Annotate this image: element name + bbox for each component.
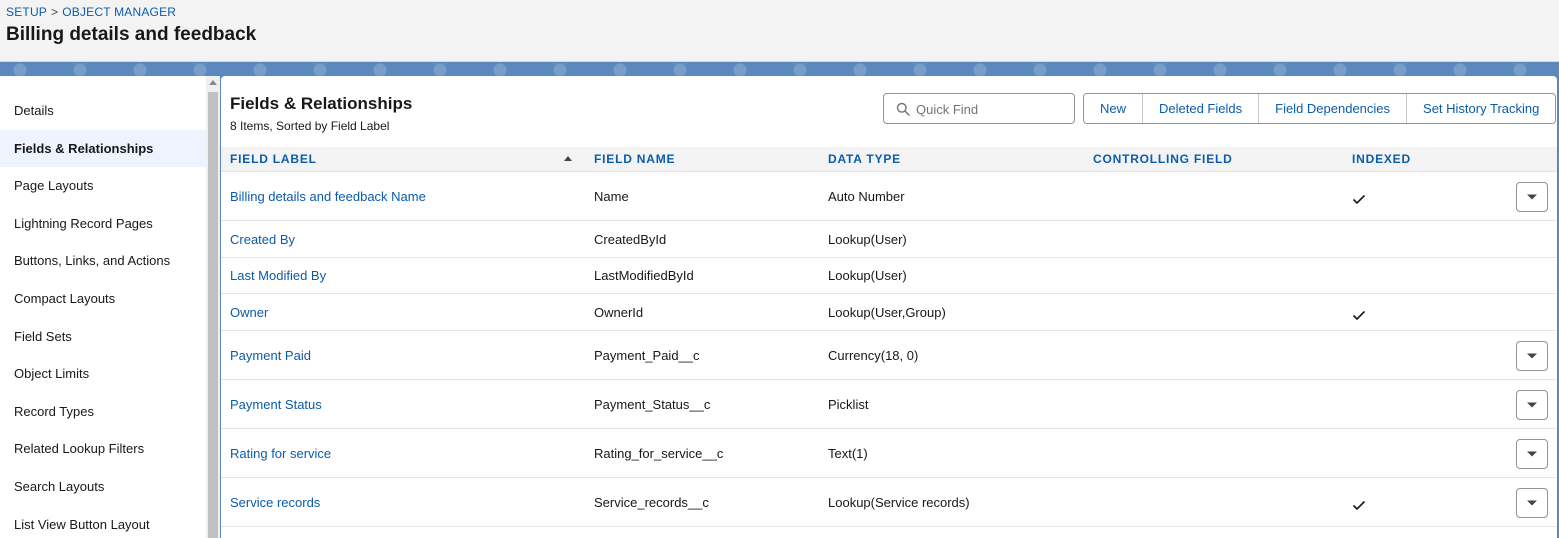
field-name-cell: CreatedById bbox=[594, 231, 667, 247]
sidebar-item-related-lookup-filters[interactable]: Related Lookup Filters bbox=[0, 430, 206, 468]
field-label-link[interactable]: Last Modified By bbox=[230, 258, 326, 293]
sidebar-item-fields-and-relationships[interactable]: Fields & Relationships bbox=[0, 129, 206, 168]
field-label-link[interactable]: Owner bbox=[230, 294, 268, 330]
sidebar-scrollbar[interactable] bbox=[206, 76, 220, 538]
scrollbar-thumb[interactable] bbox=[208, 92, 218, 538]
field-label-link[interactable]: Created By bbox=[230, 221, 295, 257]
quick-find-box[interactable] bbox=[883, 93, 1075, 124]
data-type-cell: Lookup(User) bbox=[828, 231, 907, 247]
table-row: Payment Status Payment_Status__c Picklist bbox=[221, 380, 1557, 429]
field-label-link[interactable]: Payment Paid bbox=[230, 331, 311, 379]
section-subtitle: 8 Items, Sorted by Field Label bbox=[230, 119, 390, 133]
row-actions-menu-button[interactable] bbox=[1516, 487, 1548, 518]
search-icon bbox=[896, 102, 910, 116]
row-actions-menu-button[interactable] bbox=[1516, 181, 1548, 212]
indexed-check-icon bbox=[1352, 310, 1366, 320]
sidebar-item-details[interactable]: Details bbox=[0, 92, 206, 130]
sidebar-item-search-layouts[interactable]: Search Layouts bbox=[0, 468, 206, 506]
row-actions-menu-button[interactable] bbox=[1516, 438, 1548, 469]
breadcrumb-separator: > bbox=[51, 5, 59, 19]
table-row: Payment Paid Payment_Paid__c Currency(18, … bbox=[221, 331, 1557, 380]
sidebar: Details Fields & Relationships Page Layout… bbox=[0, 76, 220, 538]
page-title: Billing details and feedback bbox=[6, 24, 257, 45]
decorative-band bbox=[0, 62, 1559, 76]
sidebar-item-compact-layouts[interactable]: Compact Layouts bbox=[0, 280, 206, 318]
field-name-cell: OwnerId bbox=[594, 304, 644, 320]
column-header-controlling-field[interactable]: CONTROLLING FIELD bbox=[1093, 147, 1233, 172]
quick-find-input[interactable] bbox=[916, 98, 1066, 120]
data-type-cell: Lookup(User,Group) bbox=[828, 304, 946, 320]
sidebar-item-list-view-button-layout[interactable]: List View Button Layout bbox=[0, 506, 206, 538]
field-name-cell: Payment_Paid__c bbox=[594, 347, 700, 363]
table-row: Last Modified By LastModifiedById Lookup(U… bbox=[221, 258, 1557, 294]
field-label-link[interactable]: Payment Status bbox=[230, 380, 322, 428]
data-type-cell: Text(1) bbox=[828, 445, 868, 461]
indexed-check-icon bbox=[1352, 194, 1366, 204]
scroll-up-arrow-icon[interactable] bbox=[209, 80, 217, 85]
data-type-cell: Picklist bbox=[828, 396, 869, 412]
field-name-cell: Payment_Status__c bbox=[594, 396, 711, 412]
field-name-cell: LastModifiedById bbox=[594, 268, 694, 283]
breadcrumb-setup-link[interactable]: SETUP bbox=[6, 5, 47, 19]
column-header-indexed[interactable]: INDEXED bbox=[1352, 147, 1411, 172]
column-header-field-name[interactable]: FIELD NAME bbox=[594, 147, 675, 172]
column-header-data-type[interactable]: DATA TYPE bbox=[828, 147, 901, 172]
table-row: Owner OwnerId Lookup(User,Group) bbox=[221, 294, 1557, 331]
sort-ascending-icon[interactable] bbox=[564, 156, 572, 161]
field-label-link[interactable]: Billing details and feedback Name bbox=[230, 172, 426, 220]
page-header: SETUP > OBJECT MANAGER Billing details and… bbox=[0, 0, 1559, 62]
field-name-cell: Service_records__c bbox=[594, 494, 709, 510]
chevron-down-icon bbox=[1527, 451, 1537, 456]
sidebar-item-object-limits[interactable]: Object Limits bbox=[0, 355, 206, 393]
chevron-down-icon bbox=[1527, 500, 1537, 505]
data-type-cell: Lookup(User) bbox=[828, 268, 907, 283]
chevron-down-icon bbox=[1527, 353, 1537, 358]
column-header-field-label[interactable]: FIELD LABEL bbox=[230, 147, 317, 172]
field-name-cell: Rating_for_service__c bbox=[594, 445, 724, 461]
row-actions-menu-button[interactable] bbox=[1516, 389, 1548, 420]
field-label-link[interactable]: Service records bbox=[230, 478, 320, 526]
set-history-tracking-button[interactable]: Set History Tracking bbox=[1407, 94, 1556, 123]
table-header: FIELD LABEL FIELD NAME DATA TYPE CONTROL… bbox=[221, 147, 1557, 172]
chevron-down-icon bbox=[1527, 194, 1537, 199]
data-type-cell: Lookup(Service records) bbox=[828, 494, 970, 510]
deleted-fields-button[interactable]: Deleted Fields bbox=[1143, 94, 1260, 123]
section-title: Fields & Relationships bbox=[230, 94, 413, 113]
table-row: Service records Service_records__c Lookup(… bbox=[221, 478, 1557, 527]
indexed-check-icon bbox=[1352, 500, 1366, 510]
breadcrumb: SETUP > OBJECT MANAGER bbox=[6, 5, 176, 19]
action-button-group: New Deleted Fields Field Dependencies Se… bbox=[1083, 93, 1557, 124]
sidebar-item-buttons-links-and-actions[interactable]: Buttons, Links, and Actions bbox=[0, 242, 206, 280]
main-panel: Fields & Relationships 8 Items, Sorted b… bbox=[221, 76, 1557, 538]
field-label-link[interactable]: Rating for service bbox=[230, 429, 331, 477]
table-row: Billing details and feedback Name Name Aut… bbox=[221, 172, 1557, 221]
sidebar-nav: Details Fields & Relationships Page Layout… bbox=[0, 92, 206, 538]
sidebar-item-record-types[interactable]: Record Types bbox=[0, 393, 206, 431]
field-name-cell: Name bbox=[594, 188, 629, 204]
data-type-cell: Currency(18, 0) bbox=[828, 347, 919, 363]
row-actions-menu-button[interactable] bbox=[1516, 340, 1548, 371]
field-dependencies-button[interactable]: Field Dependencies bbox=[1259, 94, 1408, 123]
breadcrumb-object-manager-link[interactable]: OBJECT MANAGER bbox=[62, 5, 176, 19]
sidebar-item-lightning-record-pages[interactable]: Lightning Record Pages bbox=[0, 205, 206, 243]
new-button[interactable]: New bbox=[1084, 94, 1144, 123]
chevron-down-icon bbox=[1527, 402, 1537, 407]
table-row: Rating for service Rating_for_service__c T… bbox=[221, 429, 1557, 478]
table-row: Created By CreatedById Lookup(User) bbox=[221, 221, 1557, 258]
data-type-cell: Auto Number bbox=[828, 188, 905, 204]
sidebar-item-page-layouts[interactable]: Page Layouts bbox=[0, 167, 206, 205]
sidebar-item-field-sets[interactable]: Field Sets bbox=[0, 318, 206, 356]
